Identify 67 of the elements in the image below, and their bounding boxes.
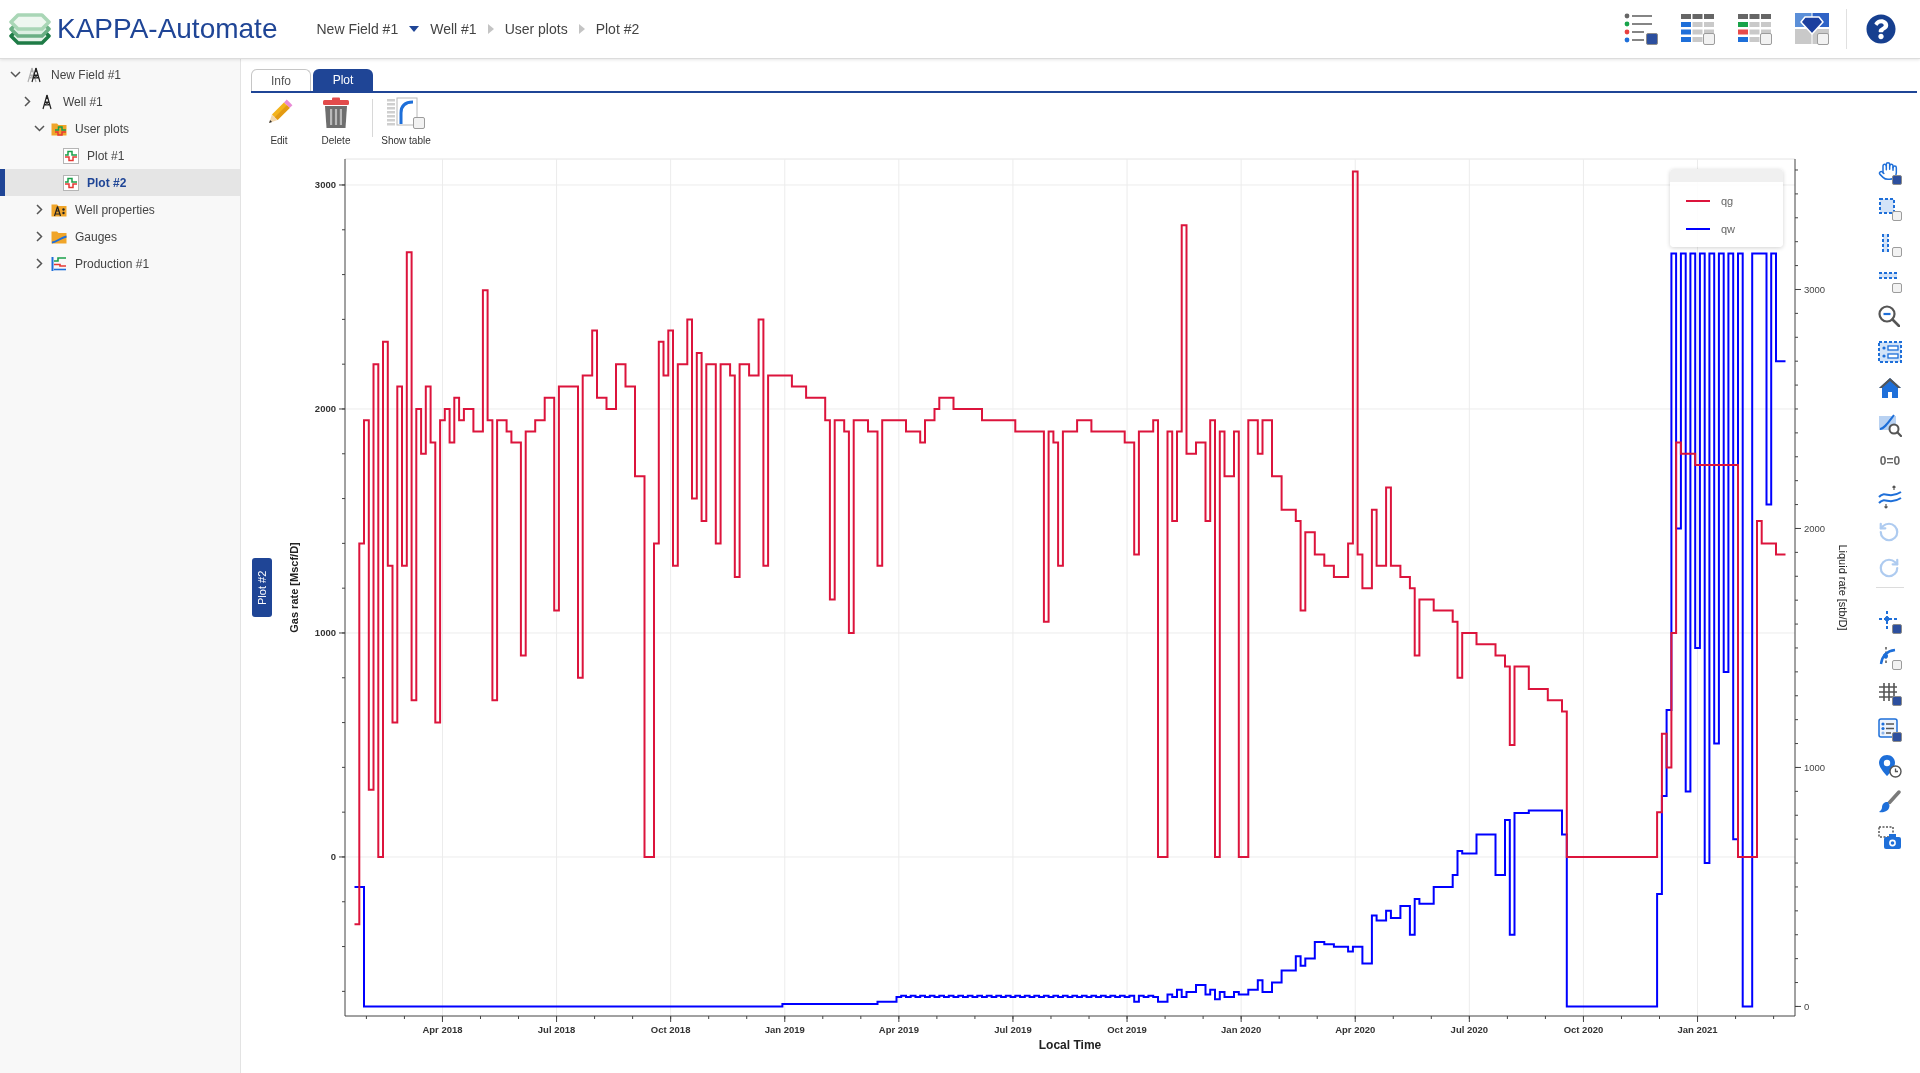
x-tick-label: Apr 2020 bbox=[1335, 1024, 1376, 1035]
derrick-icon bbox=[27, 66, 43, 83]
step-chart-icon bbox=[63, 174, 79, 191]
app-title: KAPPA-Automate bbox=[57, 15, 278, 43]
chevron-right-icon[interactable] bbox=[35, 258, 43, 269]
triangle-right-icon bbox=[487, 24, 494, 34]
breadcrumb-link[interactable]: User plots bbox=[504, 18, 568, 40]
table-icon[interactable] bbox=[1681, 13, 1715, 45]
list-icon[interactable] bbox=[1624, 13, 1658, 45]
colored-table-icon[interactable] bbox=[1738, 13, 1772, 45]
derrick-icon bbox=[39, 93, 55, 110]
x-tick-label: Jan 2019 bbox=[764, 1024, 805, 1035]
x-axis-title: Local Time bbox=[1038, 1038, 1102, 1052]
tree-item-label[interactable]: Plot #2 bbox=[87, 173, 127, 192]
logo-icon bbox=[9, 12, 51, 46]
tree-item-label[interactable]: Well #1 bbox=[63, 92, 103, 111]
tree-item-label[interactable]: Production #1 bbox=[75, 254, 150, 273]
tree-item-label[interactable]: Gauges bbox=[75, 227, 118, 246]
x-tick-label: Oct 2019 bbox=[1107, 1024, 1147, 1035]
breadcrumb-link[interactable]: Well #1 bbox=[430, 18, 477, 40]
y2-tick-label: 3000 bbox=[1804, 284, 1826, 295]
y2-tick-label: 2000 bbox=[1804, 522, 1826, 534]
chevron-right-icon[interactable] bbox=[35, 204, 43, 215]
y-tick-label: 0 bbox=[330, 851, 336, 863]
plot-tool-button[interactable]: 0=0 bbox=[1870, 443, 1910, 479]
tree-item-label[interactable]: New Field #1 bbox=[51, 65, 122, 84]
triangle-right-icon bbox=[578, 24, 585, 34]
step-chart-icon bbox=[63, 147, 79, 164]
x-tick-label: Oct 2018 bbox=[650, 1024, 691, 1035]
tab[interactable]: Info bbox=[251, 69, 311, 91]
tree-item-label[interactable]: Well properties bbox=[75, 200, 155, 219]
x-tick-label: Jul 2018 bbox=[537, 1024, 576, 1035]
breadcrumb-link[interactable]: Plot #2 bbox=[595, 18, 640, 40]
y2-tick-label: 0 bbox=[1804, 1000, 1810, 1012]
y2-tick-label: 1000 bbox=[1804, 761, 1826, 773]
tree-item-label[interactable]: User plots bbox=[75, 119, 130, 138]
side-tab[interactable]: Plot #2 bbox=[252, 558, 272, 617]
caret-down-icon[interactable] bbox=[409, 26, 420, 32]
y2-axis-title: Liquid rate [stb/D] bbox=[1837, 544, 1850, 631]
x-tick-label: Apr 2019 bbox=[878, 1024, 919, 1035]
tree-item-label[interactable]: Plot #1 bbox=[87, 146, 125, 165]
trash-icon bbox=[322, 97, 350, 129]
tab[interactable]: Plot bbox=[313, 69, 373, 91]
x-tick-label: Jan 2021 bbox=[1677, 1024, 1718, 1035]
chevron-right-icon[interactable] bbox=[35, 231, 43, 242]
x-tick-label: Oct 2020 bbox=[1563, 1024, 1604, 1035]
x-tick-label: Jul 2020 bbox=[1450, 1024, 1489, 1035]
edit-button[interactable]: Edit bbox=[256, 97, 302, 147]
step-lines-icon bbox=[51, 255, 67, 272]
breadcrumb-link[interactable]: New Field #1 bbox=[316, 18, 399, 40]
help-icon[interactable] bbox=[1866, 14, 1896, 44]
delete-button[interactable]: Delete bbox=[313, 97, 359, 147]
selection-indicator bbox=[0, 169, 5, 196]
y-tick-label: 1000 bbox=[314, 627, 336, 639]
y-tick-label: 2000 bbox=[314, 403, 336, 415]
y-axis-title: Gas rate [Mscf/D] bbox=[287, 542, 300, 633]
x-tick-label: Jan 2020 bbox=[1221, 1024, 1262, 1035]
legend-label: qw bbox=[1721, 221, 1736, 237]
chevron-down-icon[interactable] bbox=[9, 71, 21, 78]
show-table-button[interactable]: Show table bbox=[378, 97, 434, 147]
legend-label: qg bbox=[1721, 193, 1734, 209]
x-tick-label: Jul 2019 bbox=[994, 1024, 1032, 1035]
x-tick-label: Apr 2018 bbox=[422, 1024, 463, 1035]
y-tick-label: 3000 bbox=[314, 179, 336, 191]
gem-icon[interactable] bbox=[1795, 13, 1829, 45]
chevron-down-icon[interactable] bbox=[33, 125, 45, 132]
chevron-right-icon[interactable] bbox=[23, 96, 31, 107]
